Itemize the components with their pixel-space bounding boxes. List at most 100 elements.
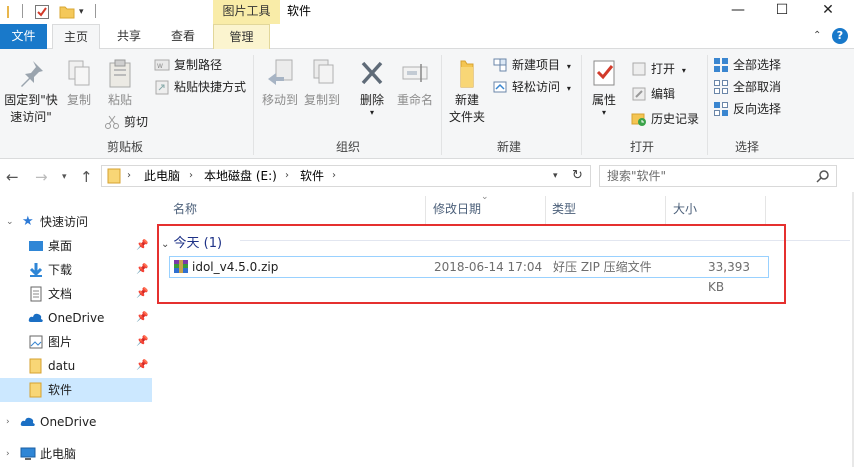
edit-pencil-icon bbox=[632, 87, 646, 101]
nav-software-label: 软件 bbox=[48, 383, 73, 397]
expand-chevron-icon[interactable]: › bbox=[6, 442, 10, 466]
properties-dropdown-icon[interactable]: ▾ bbox=[587, 109, 621, 117]
nav-desktop[interactable]: 桌面 📌 bbox=[0, 234, 152, 258]
history-button[interactable]: 历史记录 bbox=[631, 109, 699, 129]
column-header-name[interactable]: 名称 bbox=[173, 200, 197, 217]
paste-button[interactable]: 粘贴 bbox=[103, 57, 137, 109]
pin-icon[interactable]: 📌 bbox=[136, 282, 148, 306]
folder-icon bbox=[29, 358, 42, 374]
cloud-icon bbox=[20, 417, 35, 426]
tab-home[interactable]: 主页 bbox=[52, 24, 100, 50]
tab-view[interactable]: 查看 bbox=[160, 24, 206, 49]
select-all-button[interactable]: 全部选择 bbox=[713, 55, 781, 75]
properties-button[interactable]: 属性 ▾ bbox=[587, 57, 621, 117]
nav-onedrive-pinned[interactable]: OneDrive 📌 bbox=[0, 306, 152, 330]
invert-selection-button[interactable]: 反向选择 bbox=[713, 99, 781, 119]
tab-manage[interactable]: 管理 bbox=[213, 24, 270, 49]
delete-button[interactable]: 删除 ▾ bbox=[355, 57, 389, 117]
tab-file[interactable]: 文件 bbox=[0, 24, 47, 49]
column-divider[interactable] bbox=[765, 196, 766, 224]
easy-access-button[interactable]: 轻松访问 ▾ bbox=[492, 77, 571, 97]
paste-icon bbox=[109, 59, 131, 88]
copy-button[interactable]: 复制 bbox=[62, 57, 96, 109]
pin-icon[interactable]: 📌 bbox=[136, 330, 148, 354]
refresh-icon[interactable]: ↻ bbox=[572, 166, 583, 186]
collapse-ribbon-icon[interactable]: ⌃ bbox=[813, 30, 821, 41]
select-none-label: 全部取消 bbox=[733, 80, 782, 94]
title-bar: ▾ 图片工具 软件 — ☐ ✕ bbox=[0, 0, 854, 24]
breadcrumb-local-disk[interactable]: 本地磁盘 (E:) bbox=[204, 166, 277, 186]
address-history-chevron-icon[interactable]: ▾ bbox=[553, 166, 558, 186]
column-divider[interactable] bbox=[425, 196, 426, 224]
back-arrow-icon[interactable]: ← bbox=[6, 168, 19, 186]
cut-label: 剪切 bbox=[124, 115, 149, 129]
column-divider[interactable] bbox=[545, 196, 546, 224]
copy-path-icon: W bbox=[154, 59, 170, 71]
nav-pictures[interactable]: 图片 📌 bbox=[0, 330, 152, 354]
group-divider bbox=[581, 55, 582, 155]
new-folder-button[interactable]: 新建 文件夹 bbox=[446, 57, 488, 126]
navigation-bar: ← → ▾ ↑ › 此电脑 › 本地磁盘 (E:) › 软件 › ▾ ↻ 搜索"… bbox=[0, 160, 854, 192]
nav-desktop-label: 桌面 bbox=[48, 239, 73, 253]
column-divider[interactable] bbox=[665, 196, 666, 224]
up-arrow-icon[interactable]: ↑ bbox=[80, 168, 93, 186]
minimize-button[interactable]: — bbox=[715, 0, 761, 22]
expand-chevron-icon[interactable]: › bbox=[6, 410, 10, 434]
delete-label: 删除 bbox=[359, 93, 384, 107]
column-header-type[interactable]: 类型 bbox=[552, 200, 576, 217]
recent-locations-chevron-icon[interactable]: ▾ bbox=[62, 172, 67, 182]
pin-icon[interactable]: 📌 bbox=[136, 258, 148, 282]
nav-documents[interactable]: 文档 📌 bbox=[0, 282, 152, 306]
breadcrumb-current-folder[interactable]: 软件 bbox=[300, 166, 324, 186]
breadcrumb-separator-icon[interactable]: › bbox=[189, 166, 193, 186]
select-none-button[interactable]: 全部取消 bbox=[713, 77, 781, 97]
search-icon[interactable] bbox=[816, 169, 830, 186]
new-folder-quick-icon[interactable] bbox=[59, 4, 75, 20]
toolbar-divider bbox=[95, 4, 96, 18]
breadcrumb-this-pc[interactable]: 此电脑 bbox=[144, 166, 180, 186]
customize-toolbar-icon[interactable]: ▾ bbox=[79, 4, 84, 20]
forward-arrow-icon[interactable]: → bbox=[35, 168, 48, 186]
breadcrumb-separator-icon[interactable]: › bbox=[332, 166, 336, 186]
nav-onedrive[interactable]: › OneDrive bbox=[0, 410, 152, 434]
move-to-button[interactable]: 移动到 bbox=[259, 57, 301, 109]
breadcrumb-separator-icon[interactable]: › bbox=[127, 166, 131, 186]
edit-button[interactable]: 编辑 bbox=[631, 84, 675, 104]
pin-quick-access-label: 固定到"快 速访问" bbox=[4, 93, 58, 124]
nav-this-pc[interactable]: › 此电脑 bbox=[0, 442, 152, 466]
copy-path-button[interactable]: W 复制路径 bbox=[154, 55, 222, 75]
properties-quick-icon[interactable] bbox=[34, 4, 50, 20]
column-header-size[interactable]: 大小 bbox=[673, 200, 697, 217]
paste-shortcut-button[interactable]: 粘贴快捷方式 bbox=[154, 77, 246, 97]
delete-dropdown-icon[interactable]: ▾ bbox=[355, 109, 389, 117]
expand-chevron-icon[interactable]: ⌄ bbox=[6, 210, 14, 234]
pin-icon bbox=[21, 61, 43, 87]
maximize-button[interactable]: ☐ bbox=[759, 0, 805, 22]
nav-software[interactable]: 软件 bbox=[0, 378, 152, 402]
nav-datu[interactable]: datu 📌 bbox=[0, 354, 152, 378]
nav-quick-access[interactable]: ⌄ ★ 快速访问 bbox=[0, 210, 152, 234]
pin-icon[interactable]: 📌 bbox=[136, 354, 148, 378]
column-header-modified[interactable]: 修改日期 bbox=[433, 200, 481, 217]
desktop-icon bbox=[29, 241, 43, 251]
window-folder-icon[interactable] bbox=[6, 4, 20, 20]
open-button[interactable]: 打开 ▾ bbox=[631, 59, 686, 79]
breadcrumb-separator-icon[interactable]: › bbox=[285, 166, 289, 186]
pin-icon[interactable]: 📌 bbox=[136, 306, 148, 330]
cloud-icon bbox=[28, 313, 43, 322]
new-item-button[interactable]: 新建项目 ▾ bbox=[492, 55, 571, 75]
pin-icon[interactable]: 📌 bbox=[136, 234, 148, 258]
delete-x-icon bbox=[361, 61, 383, 85]
pin-quick-access-button[interactable]: 固定到"快 速访问" bbox=[2, 57, 60, 126]
close-button[interactable]: ✕ bbox=[805, 0, 851, 22]
nav-quick-access-label: 快速访问 bbox=[40, 215, 89, 229]
help-icon[interactable]: ? bbox=[832, 28, 848, 44]
address-bar[interactable]: › 此电脑 › 本地磁盘 (E:) › 软件 › ▾ ↻ bbox=[101, 165, 591, 187]
cut-button[interactable]: 剪切 bbox=[104, 112, 148, 132]
copy-to-button[interactable]: 复制到 bbox=[301, 57, 343, 109]
nav-downloads[interactable]: 下载 📌 bbox=[0, 258, 152, 282]
rename-button[interactable]: 重命名 bbox=[394, 57, 436, 109]
search-box[interactable]: 搜索"软件" bbox=[599, 165, 837, 187]
tab-share[interactable]: 共享 bbox=[106, 24, 152, 49]
group-divider bbox=[253, 55, 254, 155]
